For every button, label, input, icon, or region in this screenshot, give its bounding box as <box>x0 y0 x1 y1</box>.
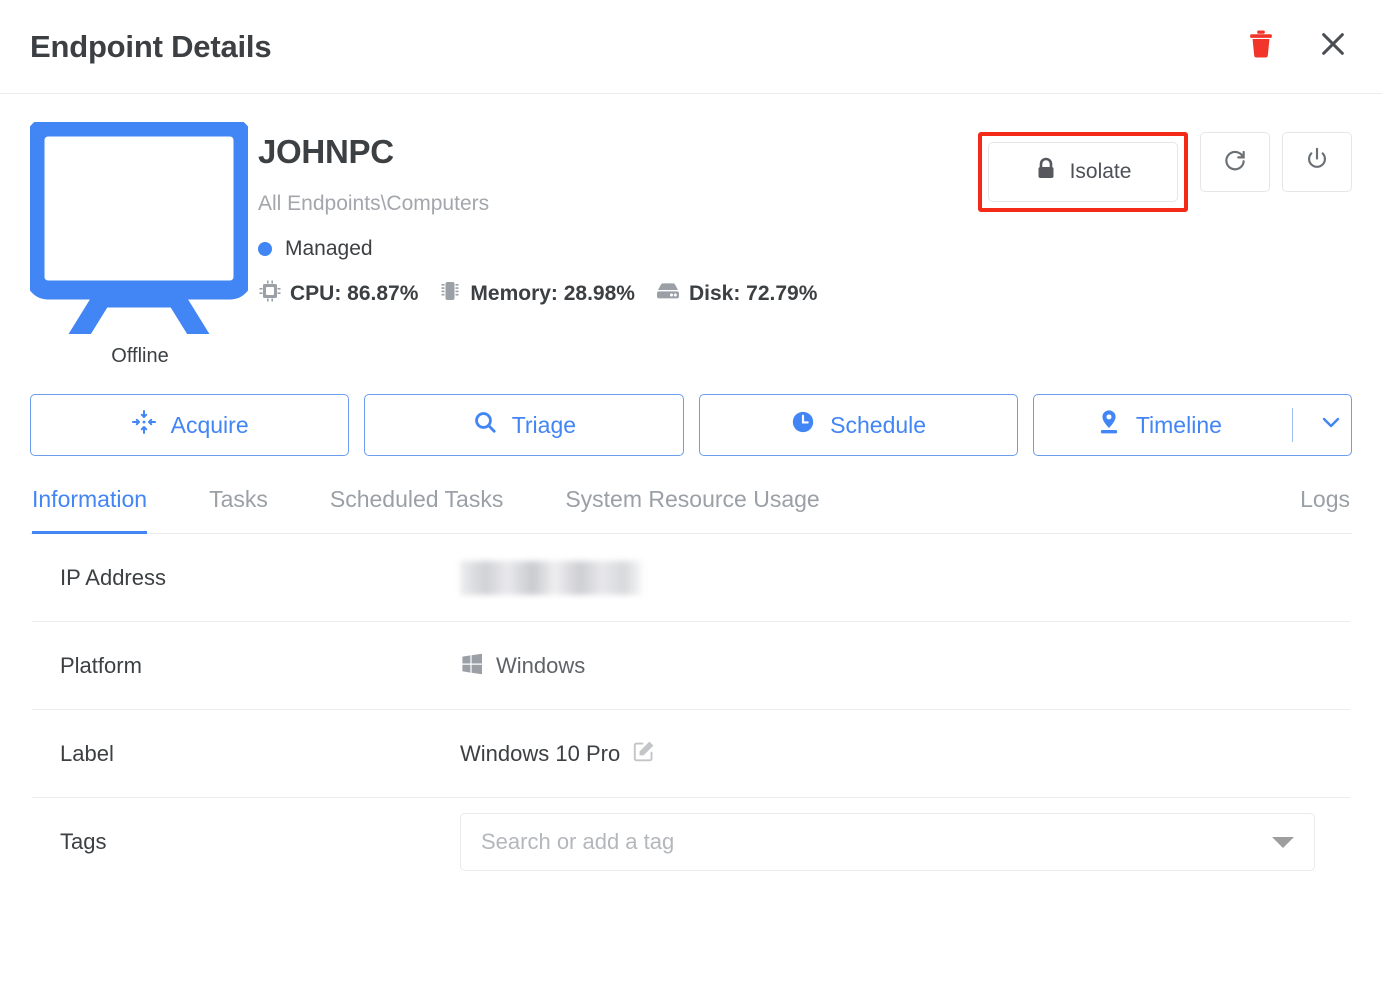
hard-disk-icon <box>655 279 681 308</box>
clock-icon <box>790 409 816 441</box>
metric-disk: Disk: 72.79% <box>655 279 817 308</box>
management-status-row: Managed <box>258 237 978 261</box>
information-rows: IP Address Platform W <box>30 534 1352 886</box>
panel-body: Offline JOHNPC All Endpoints\Computers M… <box>0 94 1382 886</box>
metric-cpu-value: CPU: 86.87% <box>290 282 418 306</box>
tag-input-placeholder: Search or add a tag <box>481 829 1272 855</box>
status-dot-icon <box>258 242 272 256</box>
triage-button[interactable]: Triage <box>364 394 683 456</box>
close-button[interactable] <box>1312 26 1354 68</box>
tag-search-input[interactable]: Search or add a tag <box>460 813 1315 871</box>
label-field-value: Windows 10 Pro <box>460 741 620 767</box>
metric-cpu: CPU: 86.87% <box>258 279 418 308</box>
device-block: Offline <box>30 120 250 368</box>
endpoint-details-panel: Endpoint Details <box>0 0 1382 982</box>
endpoint-hostname: JOHNPC <box>258 134 978 170</box>
memory-stick-icon <box>438 279 462 308</box>
shutdown-button[interactable] <box>1282 132 1352 192</box>
edit-pencil-icon[interactable] <box>632 739 656 769</box>
search-icon <box>472 409 498 441</box>
label-field-label: Label <box>60 741 460 767</box>
endpoint-task-actions: Acquire Triage Schedul <box>30 394 1352 456</box>
tags-label: Tags <box>60 829 460 855</box>
timeline-button[interactable]: Timeline <box>1033 394 1352 456</box>
lock-icon <box>1035 157 1057 187</box>
metric-memory-value: Memory: 28.98% <box>470 282 635 306</box>
close-icon <box>1319 30 1347 63</box>
desktop-monitor-icon <box>30 122 250 339</box>
row-platform: Platform Windows <box>32 622 1350 710</box>
acquire-collect-icon <box>131 409 157 441</box>
platform-label: Platform <box>60 653 460 679</box>
power-icon <box>1304 146 1330 178</box>
label-field-value-wrap: Windows 10 Pro <box>460 739 1322 769</box>
timeline-divider <box>1292 408 1293 442</box>
endpoint-info: JOHNPC All Endpoints\Computers Managed <box>250 120 978 308</box>
metric-disk-value: Disk: 72.79% <box>689 282 817 306</box>
windows-logo-icon <box>460 651 484 681</box>
timeline-main[interactable]: Timeline <box>1034 408 1284 442</box>
restart-icon <box>1222 146 1248 178</box>
trash-icon <box>1248 29 1274 64</box>
panel-header: Endpoint Details <box>0 0 1382 94</box>
row-ip-address: IP Address <box>32 534 1350 622</box>
metric-memory: Memory: 28.98% <box>438 279 635 308</box>
header-actions <box>1240 26 1354 68</box>
ip-address-value <box>460 561 1322 595</box>
platform-value: Windows <box>496 653 585 679</box>
acquire-button[interactable]: Acquire <box>30 394 349 456</box>
ip-address-label: IP Address <box>60 565 460 591</box>
tab-scheduled-tasks[interactable]: Scheduled Tasks <box>330 486 503 533</box>
triage-button-label: Triage <box>512 412 576 439</box>
row-tags: Tags Search or add a tag <box>32 798 1350 886</box>
detail-tabs: Information Tasks Scheduled Tasks System… <box>30 486 1352 534</box>
endpoint-control-actions: Isolate <box>978 120 1352 212</box>
redacted-value <box>460 561 642 595</box>
endpoint-path: All Endpoints\Computers <box>258 192 978 216</box>
chevron-down-icon <box>1319 410 1343 440</box>
tab-logs[interactable]: Logs <box>1300 486 1350 533</box>
endpoint-summary: Offline JOHNPC All Endpoints\Computers M… <box>30 120 1352 368</box>
caret-down-icon[interactable] <box>1272 837 1294 848</box>
tab-information[interactable]: Information <box>32 486 147 533</box>
isolate-highlight-box: Isolate <box>978 132 1188 212</box>
device-connection-status: Offline <box>30 345 250 368</box>
schedule-button[interactable]: Schedule <box>699 394 1018 456</box>
resource-metrics: CPU: 86.87% Memory: 28.9 <box>258 279 978 308</box>
isolate-button[interactable]: Isolate <box>988 142 1178 202</box>
timeline-button-label: Timeline <box>1136 412 1222 439</box>
cpu-chip-icon <box>258 279 282 308</box>
isolate-button-label: Isolate <box>1070 160 1132 184</box>
map-pin-icon <box>1096 408 1122 442</box>
schedule-button-label: Schedule <box>830 412 926 439</box>
timeline-dropdown-button[interactable] <box>1311 410 1351 440</box>
tab-system-resource-usage[interactable]: System Resource Usage <box>565 486 819 533</box>
tab-tasks[interactable]: Tasks <box>209 486 268 533</box>
row-label: Label Windows 10 Pro <box>32 710 1350 798</box>
status-badge: Managed <box>285 237 373 261</box>
platform-value-wrap: Windows <box>460 651 1322 681</box>
restart-button[interactable] <box>1200 132 1270 192</box>
page-title: Endpoint Details <box>30 29 1240 65</box>
tags-value-wrap: Search or add a tag <box>460 813 1322 871</box>
acquire-button-label: Acquire <box>171 412 249 439</box>
delete-endpoint-button[interactable] <box>1240 26 1282 68</box>
